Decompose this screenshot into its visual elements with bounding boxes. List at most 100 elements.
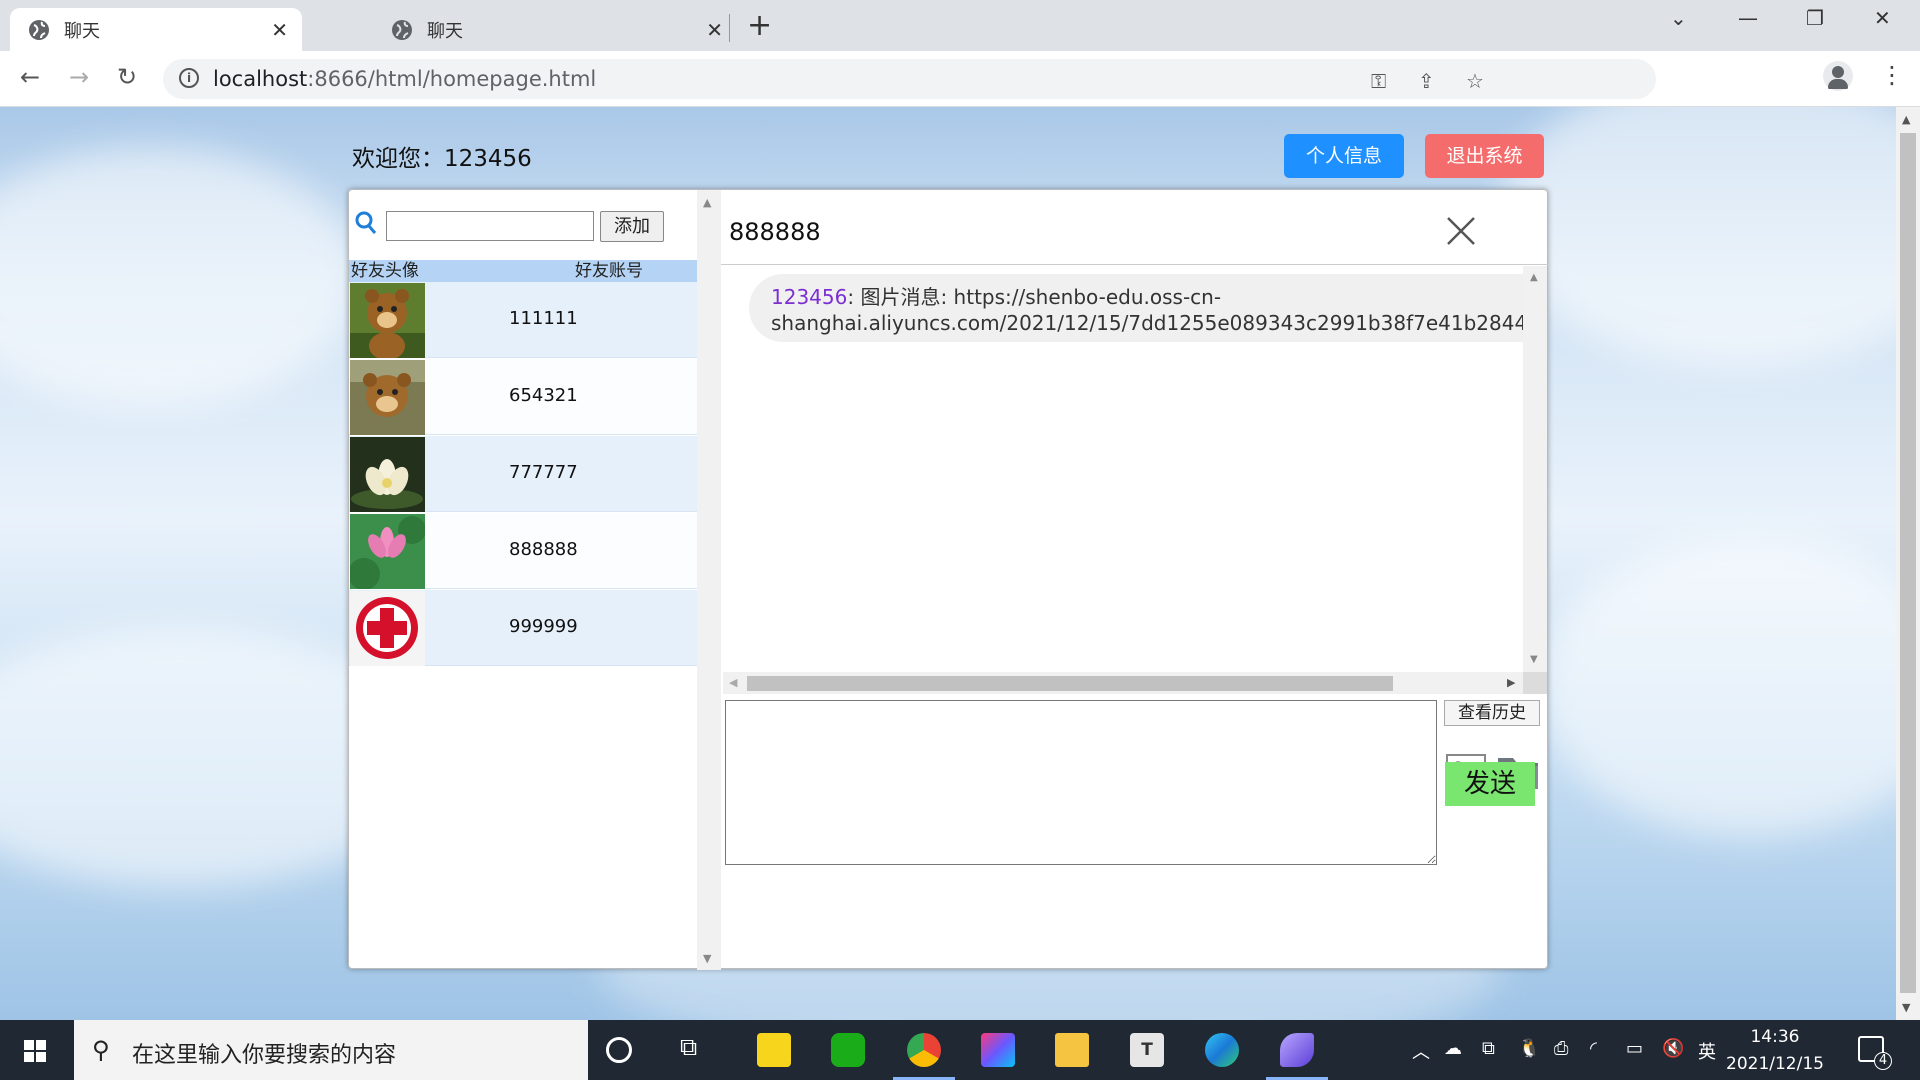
message-compose-input[interactable] bbox=[725, 700, 1437, 865]
scroll-up-icon[interactable]: ▲ bbox=[1902, 113, 1910, 126]
windows-taskbar: ⚲ 在这里输入你要搜索的内容 ⧉ T ︿ ☁ ⧉ 🐧 ⎙ ◜ ▭ 🔇 英 14:… bbox=[0, 1020, 1920, 1080]
friend-row[interactable]: 654321 bbox=[349, 359, 697, 435]
file-explorer-icon[interactable] bbox=[1055, 1033, 1089, 1067]
browser-toolbar: ← → ↻ i localhost:8666/html/homepage.htm… bbox=[0, 51, 1920, 107]
address-bar[interactable]: i localhost:8666/html/homepage.html ⚿ ⇪ … bbox=[163, 59, 1656, 99]
message-bubble: 123456: 图片消息: https://shenbo-edu.oss-cn-… bbox=[749, 274, 1523, 342]
browser-tabbar: 聊天 ✕ 聊天 ✕ + ⌄ — ❐ ✕ bbox=[0, 0, 1920, 51]
screenshot-icon[interactable]: ⎙ bbox=[1554, 1038, 1568, 1059]
friend-list-scrollbar[interactable]: ▲ ▼ bbox=[697, 190, 721, 970]
volume-muted-icon[interactable]: 🔇 bbox=[1662, 1038, 1684, 1059]
message-text: : 图片消息: https://shenbo-edu.oss-cn- bbox=[847, 285, 1222, 309]
qq-icon[interactable]: 🐧 bbox=[1518, 1038, 1540, 1059]
message-text-line2: shanghai.aliyuncs.com/2021/12/15/7dd1255… bbox=[771, 311, 1523, 335]
scroll-up-icon[interactable]: ▲ bbox=[1530, 272, 1538, 283]
friend-list-header: 好友头像 好友账号 bbox=[349, 260, 697, 282]
welcome-text: 欢迎您：123456 bbox=[352, 146, 532, 172]
close-tab-icon[interactable]: ✕ bbox=[706, 18, 723, 42]
taskbar-search-box[interactable]: ⚲ 在这里输入你要搜索的内容 bbox=[74, 1020, 588, 1080]
browser-tab-2[interactable]: 聊天 ✕ bbox=[373, 8, 723, 51]
scroll-left-icon[interactable]: ◀ bbox=[729, 676, 737, 689]
friend-account: 888888 bbox=[509, 539, 578, 560]
view-history-button[interactable]: 查看历史 bbox=[1444, 700, 1540, 726]
chrome-icon[interactable] bbox=[907, 1033, 941, 1067]
share-icon[interactable]: ⇪ bbox=[1418, 69, 1435, 93]
lotus-white-avatar bbox=[350, 437, 425, 512]
profile-avatar-icon[interactable] bbox=[1823, 61, 1853, 91]
scroll-right-icon[interactable]: ▶ bbox=[1507, 676, 1515, 689]
scroll-down-icon[interactable]: ▼ bbox=[1902, 1001, 1910, 1014]
friend-row[interactable]: 999999 bbox=[349, 590, 697, 666]
window-close-icon[interactable]: ✕ bbox=[1874, 6, 1891, 30]
friend-row[interactable]: 777777 bbox=[349, 436, 697, 512]
friend-row[interactable]: 111111 bbox=[349, 282, 697, 358]
message-area: 123456: 图片消息: https://shenbo-edu.oss-cn-… bbox=[723, 266, 1523, 672]
tab-search-icon[interactable]: ⌄ bbox=[1670, 6, 1687, 30]
edge-icon[interactable] bbox=[1205, 1033, 1239, 1067]
new-tab-icon[interactable]: + bbox=[747, 8, 772, 43]
scroll-up-icon[interactable]: ▲ bbox=[703, 196, 711, 209]
tab-title: 聊天 bbox=[64, 20, 100, 42]
task-view-icon[interactable]: ⧉ bbox=[680, 1033, 714, 1067]
notification-center-icon[interactable]: 4 bbox=[1858, 1036, 1892, 1070]
notification-count: 4 bbox=[1874, 1052, 1892, 1070]
site-info-icon[interactable]: i bbox=[179, 68, 199, 88]
forward-icon[interactable]: → bbox=[69, 63, 89, 91]
typora-icon[interactable]: T bbox=[1130, 1033, 1164, 1067]
profile-button[interactable]: 个人信息 bbox=[1284, 134, 1404, 178]
back-icon[interactable]: ← bbox=[20, 63, 40, 91]
close-tab-icon[interactable]: ✕ bbox=[271, 18, 288, 42]
wifi-icon[interactable]: ◜ bbox=[1590, 1038, 1597, 1059]
system-clock[interactable]: 14:36 2021/12/15 bbox=[1726, 1024, 1824, 1078]
red-cross-avatar bbox=[350, 591, 425, 666]
bear-avatar bbox=[350, 360, 425, 435]
message-vertical-scrollbar[interactable]: ▲ ▼ bbox=[1523, 266, 1547, 672]
bear-avatar bbox=[350, 283, 425, 358]
windows-start-icon[interactable] bbox=[24, 1040, 46, 1062]
page-scrollbar[interactable]: ▲ ▼ bbox=[1896, 107, 1920, 1020]
add-friend-button[interactable]: 添加 bbox=[600, 211, 664, 242]
browser-tab-1[interactable]: 聊天 ✕ bbox=[10, 8, 302, 51]
send-button[interactable]: 发送 bbox=[1445, 762, 1535, 806]
search-icon: ⚲ bbox=[92, 1036, 110, 1064]
tablet-icon[interactable]: ⧉ bbox=[1482, 1038, 1495, 1059]
scroll-down-icon[interactable]: ▼ bbox=[1530, 654, 1538, 665]
cortana-icon[interactable] bbox=[606, 1037, 632, 1063]
logout-button[interactable]: 退出系统 bbox=[1425, 134, 1544, 178]
sticky-notes-icon[interactable] bbox=[757, 1033, 791, 1067]
bookmark-star-icon[interactable]: ☆ bbox=[1466, 69, 1484, 93]
message-horizontal-scrollbar[interactable]: ◀ ▶ bbox=[723, 672, 1523, 694]
lotus-pink-avatar bbox=[350, 514, 425, 589]
chat-header-divider bbox=[721, 264, 1549, 265]
clock-date: 2021/12/15 bbox=[1726, 1054, 1824, 1074]
tab-title: 聊天 bbox=[427, 20, 463, 42]
header-account: 好友账号 bbox=[575, 261, 643, 281]
globe-icon bbox=[392, 19, 412, 40]
scrollbar-corner bbox=[1523, 672, 1547, 694]
friend-account: 111111 bbox=[509, 308, 578, 329]
page-background: 欢迎您：123456 个人信息 退出系统 添加 好友头像 好友账号 111111… bbox=[0, 107, 1896, 1020]
close-chat-icon[interactable] bbox=[1446, 216, 1476, 246]
mysql-dolphin-icon[interactable] bbox=[1280, 1033, 1314, 1067]
tab-separator bbox=[729, 14, 730, 42]
add-friend-input[interactable] bbox=[386, 211, 594, 241]
chat-partner-title: 888888 bbox=[729, 218, 821, 246]
show-hidden-icons[interactable]: ︿ bbox=[1412, 1038, 1430, 1064]
intellij-icon[interactable] bbox=[981, 1033, 1015, 1067]
message-sender[interactable]: 123456 bbox=[771, 285, 847, 309]
reload-icon[interactable]: ↻ bbox=[117, 63, 137, 91]
key-icon[interactable]: ⚿ bbox=[1371, 69, 1386, 93]
chat-panel: 添加 好友头像 好友账号 111111 654321 777777 888888… bbox=[348, 189, 1549, 970]
restore-icon[interactable]: ❐ bbox=[1806, 6, 1824, 30]
battery-icon[interactable]: ▭ bbox=[1626, 1038, 1643, 1059]
minimize-icon[interactable]: — bbox=[1738, 6, 1758, 30]
menu-kebab-icon[interactable]: ⋮ bbox=[1880, 61, 1904, 89]
onedrive-icon[interactable]: ☁ bbox=[1444, 1038, 1462, 1059]
ime-indicator[interactable]: 英 bbox=[1698, 1038, 1716, 1064]
scroll-down-icon[interactable]: ▼ bbox=[703, 952, 711, 965]
friend-row[interactable]: 888888 bbox=[349, 513, 697, 589]
page-scroll-thumb[interactable] bbox=[1900, 133, 1916, 993]
url-text: localhost:8666/html/homepage.html bbox=[213, 67, 597, 91]
horizontal-scroll-thumb[interactable] bbox=[747, 676, 1393, 691]
wechat-icon[interactable] bbox=[831, 1033, 865, 1067]
